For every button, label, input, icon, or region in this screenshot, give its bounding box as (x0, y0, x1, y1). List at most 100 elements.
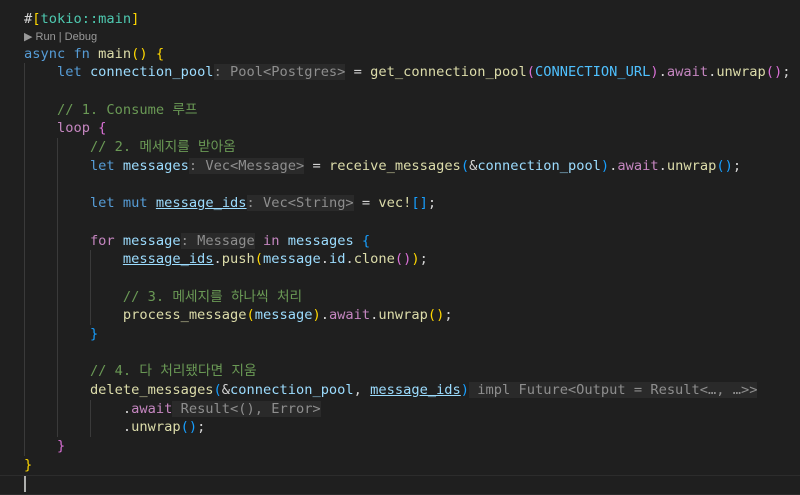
inlay-type-hint: : Message (181, 233, 255, 249)
code-line: #[tokio::main] (24, 10, 800, 29)
code-token: () (131, 46, 147, 62)
inlay-type-hint: Result<(), Error> (172, 401, 320, 417)
indent-guide (57, 269, 58, 288)
indent (24, 270, 123, 286)
code-token: ) (650, 64, 658, 80)
indent-guide (24, 269, 25, 288)
code-token: [] (411, 195, 427, 211)
code-token: connection_pool (230, 382, 354, 398)
indent-guide (24, 381, 25, 400)
indent-guide (24, 362, 25, 381)
code-token: message (255, 307, 313, 323)
code-token: mut (115, 195, 148, 211)
code-line (24, 176, 800, 195)
code-token: connection_pool (477, 158, 601, 174)
code-token: receive_messages (329, 158, 461, 174)
code-token: connection_pool (82, 64, 214, 80)
code-token: unwrap (131, 419, 180, 435)
code-token: } (57, 438, 65, 454)
indent-guide (57, 362, 58, 381)
code-token: ; (428, 195, 436, 211)
code-token: // 3. 메세지를 하나씩 처리 (123, 289, 302, 305)
indent (24, 307, 123, 323)
indent-guide (24, 437, 25, 456)
code-line (24, 82, 800, 101)
code-token: ; (782, 64, 790, 80)
indent-guide (24, 250, 25, 269)
code-line: let messages: Vec<Message> = receive_mes… (24, 157, 800, 176)
inlay-type-hint: impl Future<Output = Result<…, …>> (469, 382, 757, 398)
code-token: { (90, 120, 106, 136)
code-line: delete_messages(&connection_pool, messag… (24, 381, 800, 400)
code-line (24, 213, 800, 232)
indent (24, 64, 57, 80)
indent-guide (57, 306, 58, 325)
indent-guide (57, 232, 58, 251)
code-token: for (90, 233, 115, 249)
code-token: ) (411, 251, 419, 267)
codelens-run-debug[interactable]: ▶ Run | Debug (24, 29, 800, 45)
indent (24, 120, 57, 136)
indent-guide (57, 213, 58, 232)
code-token: let (90, 195, 115, 211)
code-token: ) (312, 307, 320, 323)
code-token: { (148, 46, 164, 62)
code-line (24, 269, 800, 288)
code-token: tokio::main (41, 11, 132, 27)
indent-guide (24, 82, 25, 101)
indent-guide (24, 176, 25, 195)
code-token: messages (280, 233, 354, 249)
indent-guide (24, 232, 25, 251)
code-token: . (214, 251, 222, 267)
code-token: await (617, 158, 658, 174)
code-token: . (345, 251, 353, 267)
code-line: // 4. 다 처리됐다면 지움 (24, 362, 800, 381)
inlay-type-hint: : Pool<Postgres> (214, 64, 346, 80)
indent-guide (57, 325, 58, 344)
code-token: push (222, 251, 255, 267)
code-line: .unwrap(); (24, 418, 800, 437)
code-line: for message: Message in messages { (24, 232, 800, 251)
code-line: // 3. 메세지를 하나씩 처리 (24, 288, 800, 307)
code-token: [ (32, 11, 40, 27)
code-token: ; (197, 419, 205, 435)
code-token: { (354, 233, 370, 249)
indent-guide (57, 176, 58, 195)
code-token: message (263, 251, 321, 267)
indent (24, 438, 57, 454)
indent-guide (90, 250, 91, 269)
indent-guide (24, 344, 25, 363)
code-token: await (329, 307, 370, 323)
code-token: fn (65, 46, 90, 62)
code-token: // 4. 다 처리됐다면 지움 (90, 363, 257, 379)
code-token: await (667, 64, 708, 80)
code-line (24, 344, 800, 363)
indent (24, 251, 123, 267)
code-line: process_message(message).await.unwrap(); (24, 306, 800, 325)
indent-guide (57, 138, 58, 157)
indent-guide (24, 194, 25, 213)
code-token: messages (115, 158, 189, 174)
code-token: message_ids (123, 251, 214, 267)
code-token: ( (461, 158, 469, 174)
code-token: clone (354, 251, 395, 267)
code-token: ; (420, 251, 428, 267)
code-line: .await Result<(), Error> (24, 400, 800, 419)
code-token: CONNECTION_URL (535, 64, 650, 80)
code-token: in (255, 233, 280, 249)
code-token: ] (131, 11, 139, 27)
code-line: let mut message_ids: Vec<String> = vec![… (24, 194, 800, 213)
indent-guide (57, 288, 58, 307)
code-token: () (181, 419, 197, 435)
code-line: loop { (24, 119, 800, 138)
code-token: , (354, 382, 370, 398)
code-token: id (329, 251, 345, 267)
code-token: unwrap (716, 64, 765, 80)
indent-guide (57, 250, 58, 269)
code-token: ( (214, 382, 222, 398)
code-editor[interactable]: #[tokio::main]▶ Run | Debugasync fn main… (24, 10, 800, 495)
code-token: ) (601, 158, 609, 174)
indent-guide (24, 400, 25, 419)
indent-guide (24, 418, 25, 437)
code-token: loop (57, 120, 90, 136)
